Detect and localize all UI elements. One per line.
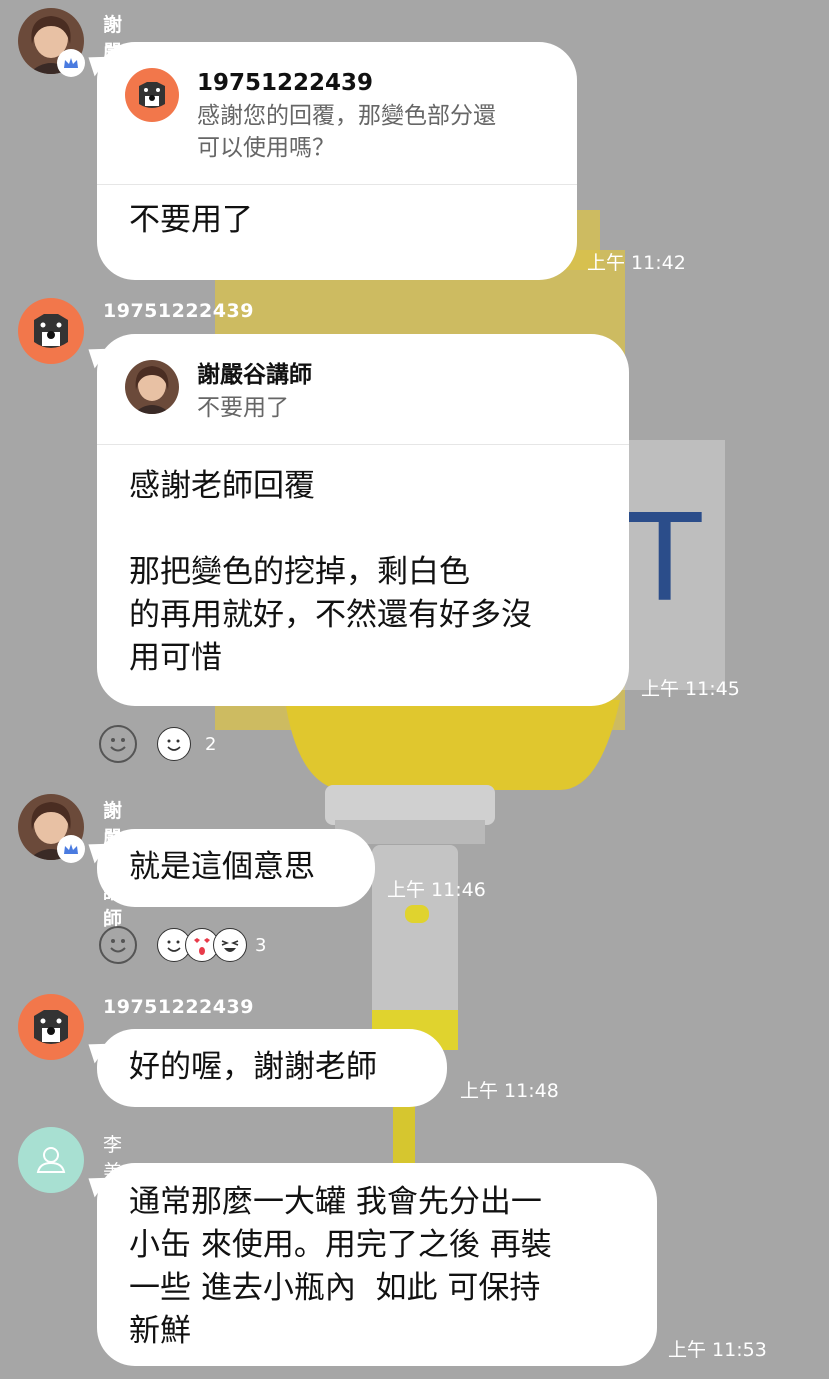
thumbs-up-face-icon bbox=[157, 727, 191, 761]
crown-badge-icon bbox=[57, 49, 85, 77]
sender-avatar[interactable] bbox=[18, 1127, 84, 1193]
message-bubble[interactable]: 好的喔，謝謝老師 bbox=[81, 1029, 447, 1107]
message-time: 上午 11:53 bbox=[668, 1339, 767, 1361]
sender-name: 19751222439 bbox=[103, 300, 254, 322]
reply-quote[interactable]: 19751222439 感謝您的回覆，那變色部分還 可以使用嗎？ bbox=[97, 42, 577, 185]
message-bubble[interactable]: 19751222439 感謝您的回覆，那變色部分還 可以使用嗎？ 不要用了 bbox=[81, 42, 577, 280]
message-text: 感謝老師回覆 那把變色的挖掉，剩白色 的再用就好，不然還有好多沒 用可惜 bbox=[129, 468, 532, 676]
quoted-avatar bbox=[125, 68, 179, 122]
add-reaction-icon[interactable] bbox=[99, 926, 137, 964]
quoted-avatar bbox=[125, 360, 179, 414]
reply-quote[interactable]: 謝嚴谷講師 不要用了 bbox=[97, 334, 629, 445]
sender-avatar[interactable] bbox=[18, 298, 84, 364]
message-text: 就是這個意思 bbox=[129, 849, 315, 885]
message-time: 上午 11:42 bbox=[587, 252, 686, 274]
message-bubble[interactable]: 就是這個意思 bbox=[81, 829, 375, 907]
quoted-sender-name: 謝嚴谷講師 bbox=[197, 362, 312, 388]
reaction-summary[interactable]: 2 bbox=[157, 727, 217, 761]
quoted-text: 不要用了 bbox=[197, 395, 289, 421]
message-bubble[interactable]: 通常那麼一大罐 我會先分出一 小缶 來使用。用完了之後 再裝 一些 進去小瓶內 … bbox=[81, 1163, 657, 1366]
svg-text:T: T bbox=[627, 490, 702, 629]
message-time: 上午 11:48 bbox=[460, 1080, 559, 1102]
reaction-summary[interactable]: 3 bbox=[157, 928, 267, 962]
reaction-count: 2 bbox=[205, 733, 217, 755]
sender-avatar[interactable] bbox=[18, 994, 84, 1060]
laughing-face-icon bbox=[213, 928, 247, 962]
quoted-text: 感謝您的回覆，那變色部分還 可以使用嗎？ bbox=[197, 103, 496, 161]
message-text: 好的喔，謝謝老師 bbox=[129, 1049, 377, 1085]
message-text: 通常那麼一大罐 我會先分出一 小缶 來使用。用完了之後 再裝 一些 進去小瓶內 … bbox=[129, 1184, 552, 1349]
reaction-count: 3 bbox=[255, 934, 267, 956]
sender-name: 19751222439 bbox=[103, 996, 254, 1018]
crown-badge-icon bbox=[57, 835, 85, 863]
quoted-sender-name: 19751222439 bbox=[197, 70, 374, 96]
add-reaction-icon[interactable] bbox=[99, 725, 137, 763]
reaction-row: 2 bbox=[99, 725, 216, 763]
message-time: 上午 11:45 bbox=[641, 678, 740, 700]
reaction-row: 3 bbox=[99, 926, 266, 964]
message-bubble[interactable]: 謝嚴谷講師 不要用了 感謝老師回覆 那把變色的挖掉，剩白色 的再用就好，不然還有… bbox=[81, 334, 629, 706]
message-text: 不要用了 bbox=[129, 202, 253, 238]
message-time: 上午 11:46 bbox=[387, 879, 486, 901]
